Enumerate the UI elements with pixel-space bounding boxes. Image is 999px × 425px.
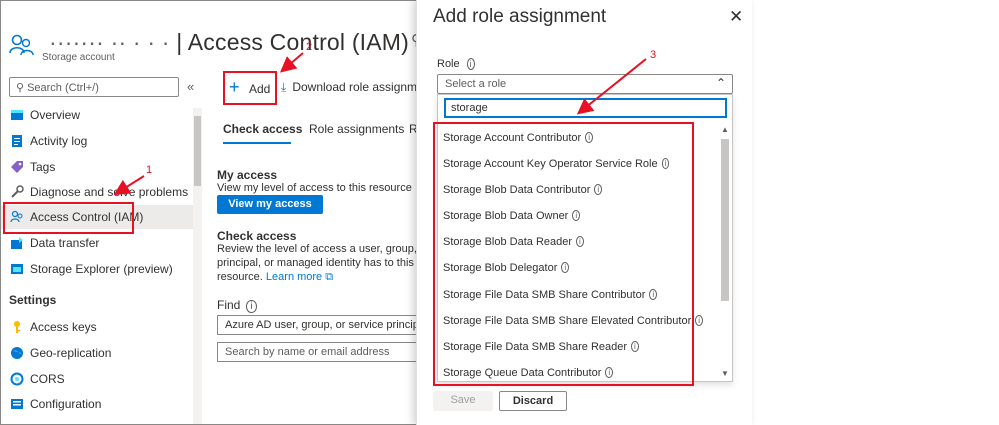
annotation-arrow-2	[279, 52, 304, 73]
annotation-arrows	[113, 52, 647, 196]
annotation-arrow-1	[113, 175, 145, 196]
annotation-arrow-3	[576, 58, 647, 115]
